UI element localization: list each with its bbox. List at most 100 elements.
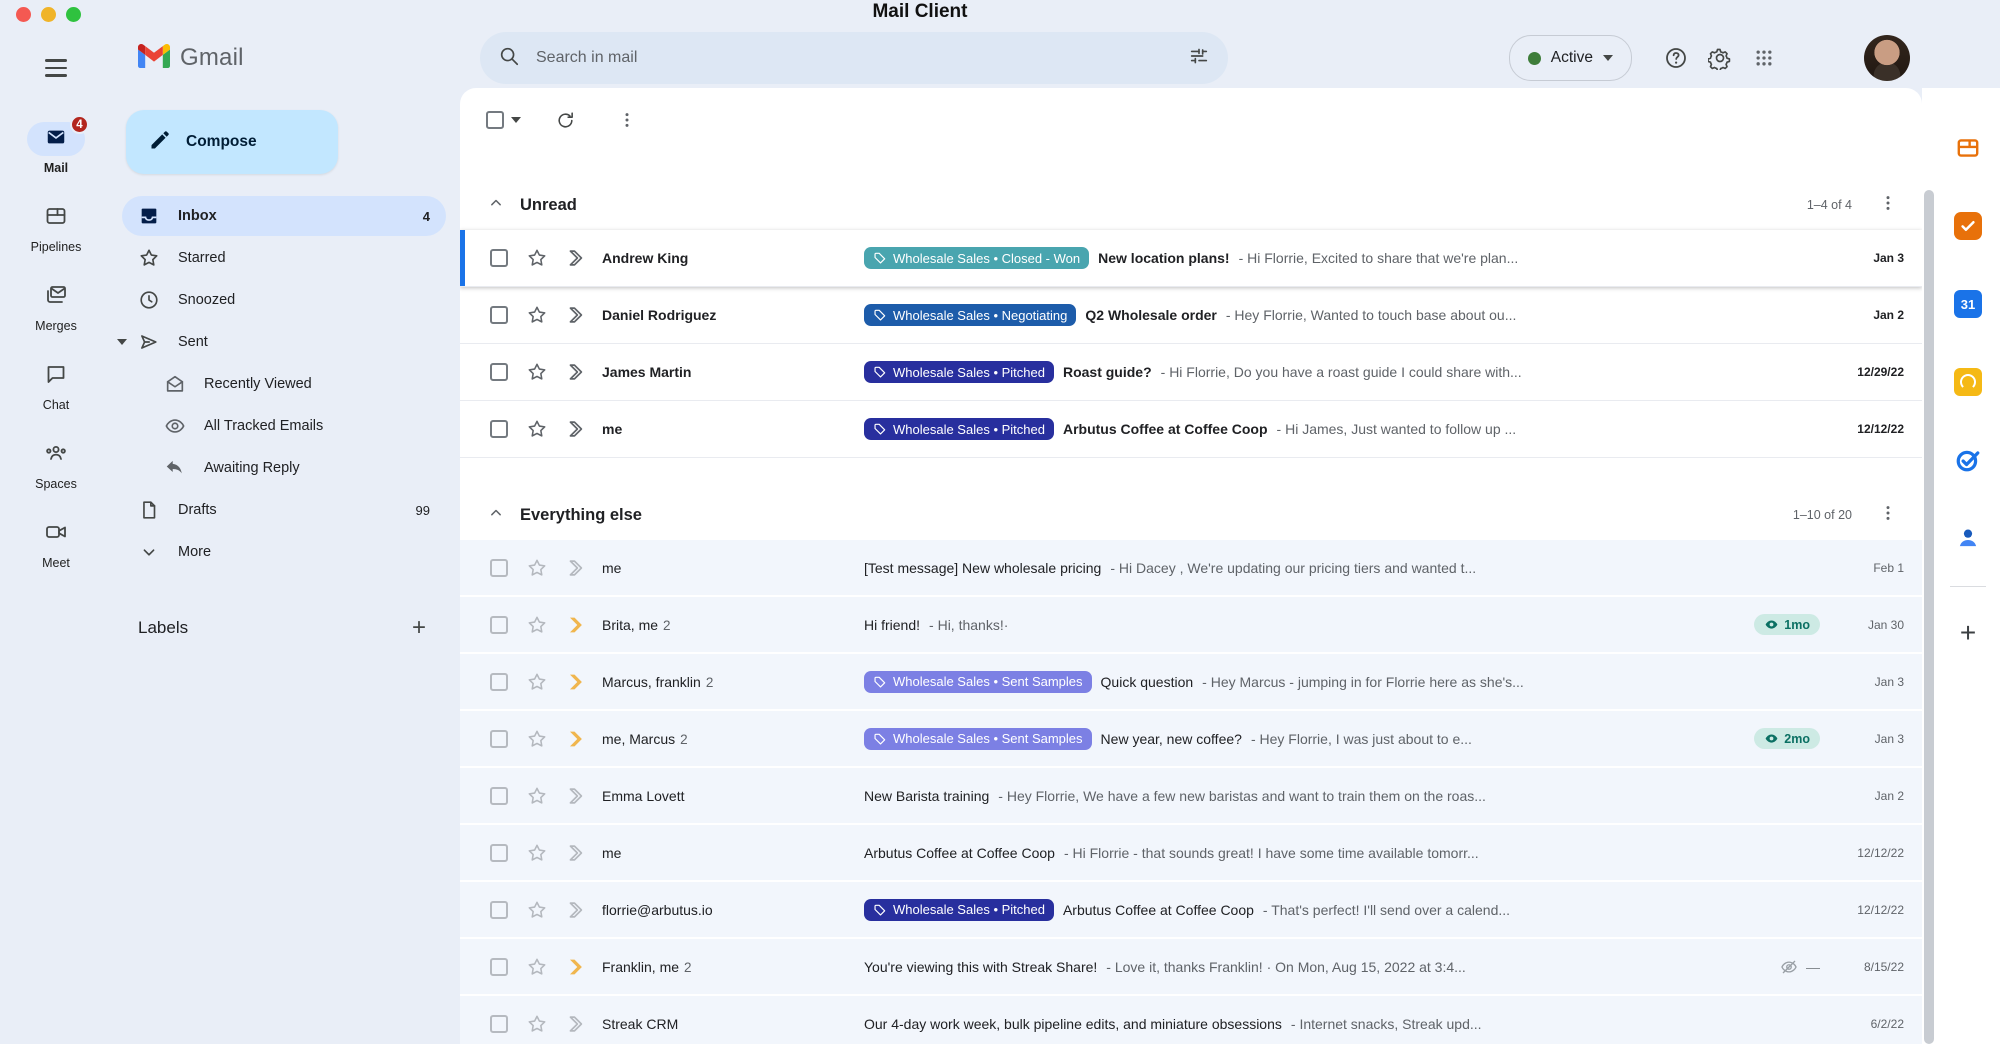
email-row[interactable]: florrie@arbutus.ioWholesale Sales • Pitc… (460, 882, 1922, 939)
sidebar-item-all-tracked-emails[interactable]: All Tracked Emails (148, 406, 446, 446)
streak-pipeline-arrow-icon[interactable] (556, 671, 594, 693)
select-all-control[interactable] (486, 111, 521, 129)
streak-pipeline-arrow-icon[interactable] (556, 842, 594, 864)
star-toggle[interactable] (518, 671, 556, 693)
streak-pipeline-arrow-icon[interactable] (556, 1013, 594, 1035)
sidebar-item-awaiting-reply[interactable]: Awaiting Reply (148, 448, 446, 488)
collapse-section-icon[interactable] (486, 193, 506, 218)
star-toggle[interactable] (518, 614, 556, 636)
add-addon-icon[interactable]: + (1960, 619, 1976, 647)
scrollbar-thumb[interactable] (1924, 190, 1934, 1044)
checkbox-icon[interactable] (490, 1015, 508, 1033)
expand-sent-icon[interactable] (116, 339, 128, 345)
email-row[interactable]: Streak CRMOur 4-day work week, bulk pipe… (460, 996, 1922, 1044)
star-toggle[interactable] (518, 361, 556, 383)
rail-item-chat[interactable]: Chat (27, 359, 85, 412)
rail-item-pipelines[interactable]: Pipelines (27, 201, 85, 254)
streak-pipeline-arrow-icon[interactable] (556, 785, 594, 807)
main-menu-icon[interactable] (32, 44, 80, 92)
checkbox-icon[interactable] (490, 616, 508, 634)
compose-button[interactable]: Compose (126, 110, 338, 174)
email-row[interactable]: Emma LovettNew Barista training - Hey Fl… (460, 768, 1922, 825)
streak-pipeline-arrow-icon[interactable] (556, 557, 594, 579)
star-toggle[interactable] (518, 728, 556, 750)
row-checkbox[interactable] (480, 844, 518, 862)
rail-item-meet[interactable]: Meet (27, 517, 85, 570)
star-toggle[interactable] (518, 557, 556, 579)
rail-item-spaces[interactable]: Spaces (27, 438, 85, 491)
sidebar-item-more[interactable]: More (122, 532, 446, 572)
streak-pipelines-icon[interactable] (1952, 132, 1984, 164)
streak-pipeline-arrow-icon[interactable] (556, 956, 594, 978)
checkbox-icon[interactable] (490, 787, 508, 805)
row-checkbox[interactable] (480, 616, 518, 634)
rail-item-mail[interactable]: 4Mail (27, 122, 85, 175)
search-bar[interactable] (480, 32, 1228, 84)
tasks-icon[interactable] (1952, 444, 1984, 476)
keep-icon[interactable] (1952, 366, 1984, 398)
checkbox-icon[interactable] (490, 420, 508, 438)
sidebar-item-starred[interactable]: Starred (122, 238, 446, 278)
more-options-icon[interactable] (609, 102, 645, 138)
section-more-icon[interactable] (1878, 193, 1898, 218)
sidebar-item-recently-viewed[interactable]: Recently Viewed (148, 364, 446, 404)
row-checkbox[interactable] (480, 249, 518, 267)
search-icon[interactable] (498, 45, 520, 72)
row-checkbox[interactable] (480, 306, 518, 324)
email-row[interactable]: Andrew KingWholesale Sales • Closed - Wo… (460, 230, 1922, 287)
row-checkbox[interactable] (480, 730, 518, 748)
star-toggle[interactable] (518, 418, 556, 440)
row-checkbox[interactable] (480, 787, 518, 805)
email-row[interactable]: Franklin, me2You're viewing this with St… (460, 939, 1922, 996)
email-row[interactable]: meWholesale Sales • PitchedArbutus Coffe… (460, 401, 1922, 458)
checkbox-icon[interactable] (490, 901, 508, 919)
email-row[interactable]: James MartinWholesale Sales • PitchedRoa… (460, 344, 1922, 401)
email-row[interactable]: me[Test message] New wholesale pricing -… (460, 540, 1922, 597)
checkbox-icon[interactable] (490, 730, 508, 748)
sidebar-item-sent[interactable]: Sent (122, 322, 446, 362)
rail-item-merges[interactable]: Merges (27, 280, 85, 333)
sidebar-item-drafts[interactable]: Drafts99 (122, 490, 446, 530)
row-checkbox[interactable] (480, 958, 518, 976)
email-row[interactable]: Daniel RodriguezWholesale Sales • Negoti… (460, 287, 1922, 344)
select-all-checkbox[interactable] (486, 111, 504, 129)
calendar-icon[interactable]: 31 (1952, 288, 1984, 320)
row-checkbox[interactable] (480, 363, 518, 381)
checkbox-icon[interactable] (490, 958, 508, 976)
section-more-icon[interactable] (1878, 503, 1898, 528)
sidebar-item-inbox[interactable]: Inbox4 (122, 196, 446, 236)
checkbox-icon[interactable] (490, 306, 508, 324)
status-dropdown[interactable]: Active (1509, 35, 1632, 81)
create-label-icon[interactable]: + (404, 614, 434, 642)
email-row[interactable]: Brita, me2Hi friend! - Hi, thanks!·1moJa… (460, 597, 1922, 654)
sidebar-item-snoozed[interactable]: Snoozed (122, 280, 446, 320)
checkbox-icon[interactable] (490, 363, 508, 381)
select-dropdown-icon[interactable] (511, 117, 521, 123)
email-row[interactable]: meArbutus Coffee at Coffee Coop - Hi Flo… (460, 825, 1922, 882)
settings-gear-icon[interactable] (1698, 36, 1742, 80)
checkbox-icon[interactable] (490, 673, 508, 691)
checkbox-icon[interactable] (490, 559, 508, 577)
row-checkbox[interactable] (480, 901, 518, 919)
star-toggle[interactable] (518, 1013, 556, 1035)
email-row[interactable]: Marcus, franklin2Wholesale Sales • Sent … (460, 654, 1922, 711)
scrollbar[interactable] (1922, 88, 1936, 1044)
checkbox-icon[interactable] (490, 844, 508, 862)
star-toggle[interactable] (518, 842, 556, 864)
row-checkbox[interactable] (480, 1015, 518, 1033)
refresh-icon[interactable] (547, 102, 583, 138)
collapse-section-icon[interactable] (486, 503, 506, 528)
help-icon[interactable] (1654, 36, 1698, 80)
star-toggle[interactable] (518, 899, 556, 921)
streak-pipeline-arrow-icon[interactable] (556, 728, 594, 750)
search-input[interactable] (534, 48, 1188, 68)
streak-tasks-icon[interactable] (1952, 210, 1984, 242)
profile-avatar[interactable] (1864, 35, 1910, 81)
star-toggle[interactable] (518, 956, 556, 978)
streak-pipeline-arrow-icon[interactable] (556, 899, 594, 921)
google-apps-grid-icon[interactable] (1742, 36, 1786, 80)
streak-pipeline-arrow-icon[interactable] (556, 614, 594, 636)
streak-pipeline-arrow-icon[interactable] (556, 247, 594, 269)
checkbox-icon[interactable] (490, 249, 508, 267)
streak-pipeline-arrow-icon[interactable] (556, 304, 594, 326)
